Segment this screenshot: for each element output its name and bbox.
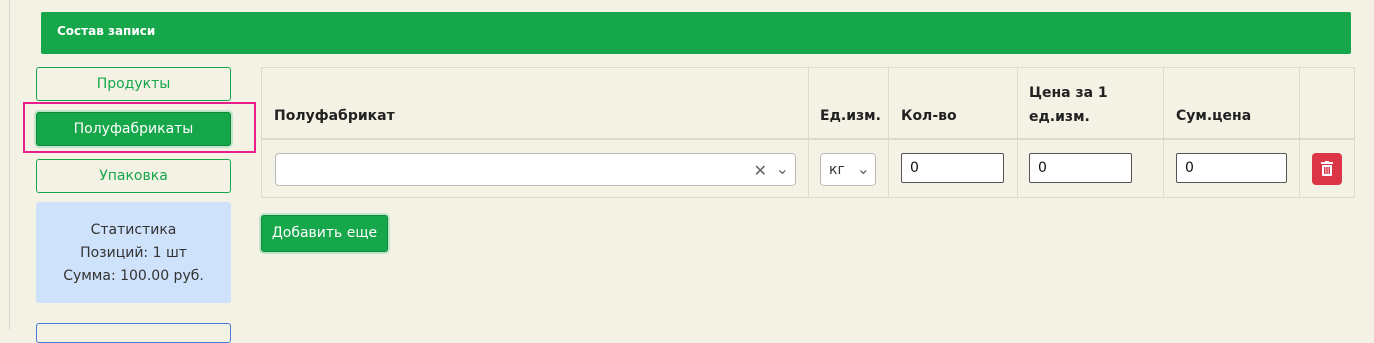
selection-highlight xyxy=(23,102,256,153)
add-more-button[interactable]: Добавить еще xyxy=(261,215,388,252)
unit-value: кг xyxy=(829,162,845,178)
column-header-quantity: Кол-во xyxy=(901,108,957,124)
column-header-unit: Ед.изм. xyxy=(820,108,881,124)
unit-select[interactable]: кг ⌄ xyxy=(820,153,876,186)
chevron-down-icon: ⌄ xyxy=(856,159,870,178)
next-panel xyxy=(36,323,231,343)
delete-row-button[interactable] xyxy=(1312,153,1342,185)
column-header-unit-price: Цена за 1 ед.изм. xyxy=(1029,85,1108,125)
close-icon[interactable]: ✕ xyxy=(754,161,767,180)
stats-sum: Сумма: 100.00 руб. xyxy=(63,268,204,284)
chevron-down-icon[interactable]: ⌄ xyxy=(776,159,789,178)
quantity-input[interactable]: 0 xyxy=(901,153,1004,183)
stats-positions: Позиций: 1 шт xyxy=(80,245,187,261)
section-title: Состав записи xyxy=(57,24,156,38)
tab-products[interactable]: Продукты xyxy=(36,67,231,101)
tab-packaging[interactable]: Упаковка xyxy=(36,159,231,193)
total-price-input[interactable]: 0 xyxy=(1176,153,1287,183)
stats-title: Статистика xyxy=(90,222,177,238)
section-header: Состав записи xyxy=(41,12,1351,54)
column-header-semi-product: Полуфабрикат xyxy=(274,108,395,124)
semi-product-select[interactable]: ✕ ⌄ xyxy=(275,153,796,186)
page-divider xyxy=(9,0,10,330)
unit-price-input[interactable]: 0 xyxy=(1029,153,1132,183)
trash-icon xyxy=(1321,161,1333,176)
column-header-total-price: Сум.цена xyxy=(1176,108,1252,124)
statistics-panel: Статистика Позиций: 1 шт Сумма: 100.00 р… xyxy=(36,202,231,303)
composition-table: Полуфабрикат Ед.изм. Кол-во Цена за 1 ед… xyxy=(261,67,1355,198)
